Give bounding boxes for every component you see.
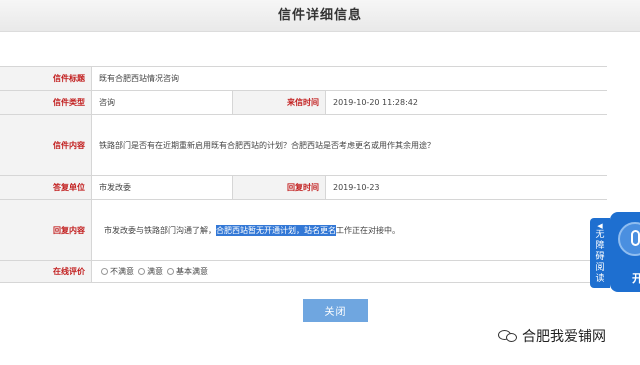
rating-options: 不满意 满意 基本满意 <box>92 261 607 282</box>
reply-text-after: 工作正在对接中。 <box>336 225 400 235</box>
reply-content-value: 市发改委与铁路部门沟通了解， 合肥西站暂无开通计划，站名更名 工作正在对接中。 <box>92 200 607 260</box>
radio-icon[interactable] <box>138 268 145 275</box>
received-value: 2019-10-20 11:28:42 <box>326 91 607 114</box>
page-title: 信件详细信息 <box>277 8 362 23</box>
content-label: 信件内容 <box>0 115 92 175</box>
subject-label: 信件标题 <box>0 67 92 90</box>
watermark: 合肥我爱铺网 <box>498 326 606 346</box>
voice-widget[interactable]: 开 <box>610 212 640 292</box>
reply-text-selected[interactable]: 合肥西站暂无开通计划，站名更名 <box>216 224 336 236</box>
chevron-left-icon: ◀ <box>597 222 603 230</box>
close-button[interactable]: 关闭 <box>303 299 368 322</box>
radio-icon[interactable] <box>101 268 108 275</box>
reply-text-before: 市发改委与铁路部门沟通了解， <box>104 225 216 235</box>
type-value: 咨询 <box>92 91 232 114</box>
row-type: 信件类型 咨询 来信时间 2019-10-20 11:28:42 <box>0 91 607 115</box>
reply-time-label: 回复时间 <box>232 176 326 199</box>
microphone-icon <box>618 222 640 256</box>
watermark-text: 合肥我爱铺网 <box>522 329 606 345</box>
type-label: 信件类型 <box>0 91 92 114</box>
accessibility-reading-tab[interactable]: ◀ 无 障 碍 阅 读 <box>590 218 610 288</box>
row-rating: 在线评价 不满意 满意 基本满意 <box>0 261 607 283</box>
reply-content-label: 回复内容 <box>0 200 92 260</box>
subject-value: 既有合肥西站情况咨询 <box>92 67 607 90</box>
row-content: 信件内容 铁路部门是否有在近期重新启用既有合肥西站的计划？合肥西站是否考虑更名或… <box>0 115 607 176</box>
reply-unit-value: 市发改委 <box>92 176 232 199</box>
radio-icon[interactable] <box>167 268 174 275</box>
row-reply-unit: 答复单位 市发改委 回复时间 2019-10-23 <box>0 176 607 200</box>
rating-option-satisfied[interactable]: 满意 <box>138 266 163 277</box>
content-value: 铁路部门是否有在近期重新启用既有合肥西站的计划？合肥西站是否考虑更名或用作其余用… <box>92 115 607 175</box>
rating-option-unsatisfied[interactable]: 不满意 <box>101 266 134 277</box>
page-header: 信件详细信息 <box>0 0 640 32</box>
reply-time-value: 2019-10-23 <box>326 176 607 199</box>
reply-unit-label: 答复单位 <box>0 176 92 199</box>
row-subject: 信件标题 既有合肥西站情况咨询 <box>0 67 607 91</box>
rating-label: 在线评价 <box>0 261 92 282</box>
letter-detail-table: 信件标题 既有合肥西站情况咨询 信件类型 咨询 来信时间 2019-10-20 … <box>0 66 607 283</box>
row-reply-content: 回复内容 市发改委与铁路部门沟通了解， 合肥西站暂无开通计划，站名更名 工作正在对接… <box>0 200 607 261</box>
voice-widget-label: 开 <box>632 272 640 285</box>
wechat-icon <box>498 328 518 344</box>
rating-option-basically-satisfied[interactable]: 基本满意 <box>167 266 208 277</box>
received-label: 来信时间 <box>232 91 326 114</box>
